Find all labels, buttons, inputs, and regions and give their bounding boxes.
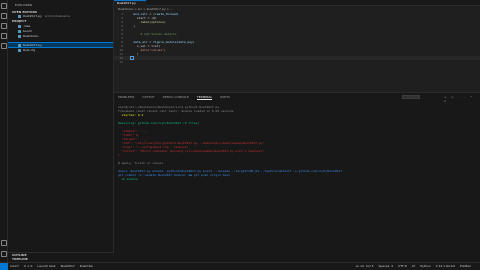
terminal-selector[interactable] [402, 95, 420, 99]
panel-actions[interactable]: + v ... ^ x [444, 95, 480, 103]
terminal-line: } [118, 153, 120, 157]
remote-indicator-icon[interactable] [0, 263, 8, 270]
editor-area: Rust2017.py RustOnion > src > Rust2017.p… [114, 0, 480, 92]
panel-tab-problems[interactable]: PROBLEMS [118, 95, 134, 99]
status-item[interactable]: Launch task [37, 264, 55, 268]
panel-tab-debug-console[interactable]: DEBUG CONSOLE [163, 95, 189, 99]
folder-icon [18, 24, 21, 28]
outline-timeline-panels: OUTLINE TIMELINE [8, 252, 114, 262]
search-icon[interactable] [1, 13, 7, 19]
status-item[interactable]: Rust:Idle [80, 264, 93, 268]
status-item[interactable]: 0 ⚠ 0 [24, 264, 32, 268]
status-item[interactable]: Ln 12, Col 5 [356, 264, 374, 268]
config-file-icon [18, 48, 21, 52]
line-number: 13 [119, 60, 123, 64]
status-item[interactable]: UTF-8 [398, 264, 407, 268]
breadcrumb[interactable]: RustOnion > src > Rust2017.py > ... [118, 7, 173, 11]
status-item[interactable]: main* [10, 264, 19, 268]
panel-tabs: PROBLEMS OUTPUT DEBUG CONSOLE TERMINAL PORTS [118, 95, 238, 100]
terminal-line: "output": "Build complete. Running /src/… [118, 149, 265, 153]
extensions-icon[interactable] [1, 43, 7, 49]
timeline-section[interactable]: TIMELINE [8, 257, 114, 261]
python-file-icon [18, 43, 21, 47]
file-item[interactable]: .idea [8, 24, 113, 28]
status-bar: main* 0 ⚠ 0 Launch task Rust2017 Rust:Idle L… [0, 262, 480, 270]
run-debug-icon[interactable] [1, 33, 7, 39]
status-item[interactable]: Prettier [460, 264, 471, 268]
editor-tab-active[interactable]: Rust2017.py [114, 0, 146, 6]
status-right: Ln 12, Col 5 Spaces: 4 UTF-8 LF Python 3.12.1… [356, 263, 476, 270]
terminal-line: started: 0.2 [118, 113, 144, 117]
account-icon[interactable] [1, 240, 7, 246]
status-item[interactable]: LF [412, 264, 415, 268]
terminal-line: ok module [118, 177, 138, 181]
folder-icon [18, 34, 21, 38]
status-left: main* 0 ⚠ 0 Launch task Rust2017 Rust:Idle [10, 263, 98, 270]
file-item[interactable]: bench [8, 29, 113, 33]
code-line[interactable]: 13 [114, 60, 480, 64]
source-control-icon[interactable] [1, 23, 7, 29]
explorer-title: EXPLORER [15, 3, 33, 7]
files-icon[interactable] [1, 3, 7, 9]
project-section[interactable]: PROJECT [12, 19, 26, 23]
folder-icon [18, 29, 21, 33]
status-item[interactable]: Rust2017 [61, 264, 75, 268]
terminal-line: Resolving: github.com/rust/Rust2017 (0 f… [118, 121, 200, 125]
python-file-icon [18, 14, 21, 18]
explorer-sidebar: EXPLORER OPEN EDITORS Rust2017.py src/mod… [8, 0, 114, 262]
status-item[interactable]: Spaces: 4 [379, 264, 394, 268]
status-item[interactable]: 3.12.1 64-bit [436, 264, 455, 268]
file-item[interactable]: Rust.cfg [8, 48, 113, 52]
panel-tab-terminal[interactable]: TERMINAL [196, 95, 213, 100]
editor-tabs: Rust2017.py [114, 0, 480, 6]
status-item[interactable]: Python [420, 264, 430, 268]
activity-bar [0, 0, 8, 262]
file-item[interactable]: RustOnion [8, 34, 113, 38]
bottom-panel: PROBLEMS OUTPUT DEBUG CONSOLE TERMINAL PORTS… [114, 92, 480, 262]
panel-tab-ports[interactable]: PORTS [220, 95, 230, 99]
settings-gear-icon[interactable] [1, 251, 7, 257]
terminal-line: # apply, finish or cancel [118, 161, 164, 165]
panel-tab-output[interactable]: OUTPUT [142, 95, 154, 99]
file-item-selected[interactable]: Rust2017.py [8, 42, 113, 48]
open-editor-item[interactable]: Rust2017.py src/modulename [8, 14, 113, 18]
